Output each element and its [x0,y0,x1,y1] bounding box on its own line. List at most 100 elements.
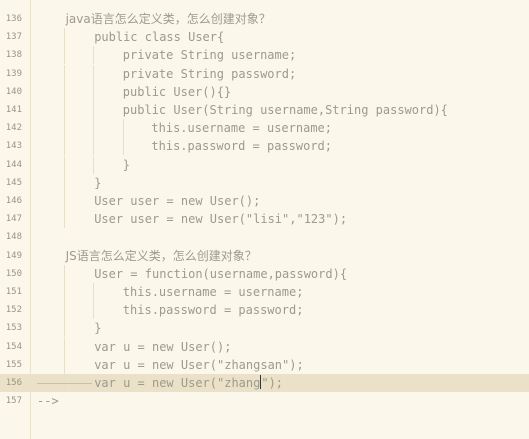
indent-guide [64,210,66,229]
indent-guide [93,119,95,138]
indent-guide [93,101,95,119]
line-number: 146 [5,196,22,206]
code-text-content: public User(String username,String passw… [122,103,448,117]
code-text[interactable]: var u = new User("zhang"); [94,374,283,392]
code-line[interactable]: 142 this.username = username; [0,119,529,138]
indent-guide [64,82,66,101]
code-text[interactable]: private String username; [123,46,296,64]
code-line[interactable]: 145} [0,173,529,192]
code-text[interactable]: var u = new User(); [94,338,231,356]
code-text-content: var u = new User("zhang [94,376,261,390]
code-line-current[interactable]: 156 var u = new User("zhang"); [0,374,529,392]
indent-guide [93,283,95,301]
line-number: 149 [5,250,22,261]
line-number: 150 [5,268,22,279]
code-text-content: this.username = username; [151,121,333,136]
indent-guide [64,301,66,320]
indent-guide [122,119,124,138]
indent-guide [93,64,95,83]
code-line[interactable]: 152 this.password = password; [0,301,529,320]
code-text-content: var u = new User("zhangsan"); [94,357,304,372]
line-number: 155 [5,359,22,370]
line-number: 151 [5,287,22,297]
code-text[interactable]: } [123,156,130,174]
code-line[interactable]: 139 private String password; [0,64,529,83]
indent-guide [64,46,66,65]
indent-guide [64,173,66,192]
code-text[interactable]: } [94,174,101,192]
line-number: 142 [5,123,22,134]
code-text-content: this.password = password; [151,139,333,154]
indent-guide [64,337,66,356]
code-text[interactable]: User user = new User(); [94,192,260,210]
line-number: 138 [5,50,22,61]
indent-guide [93,155,95,174]
code-line[interactable]: 149 JS语言怎么定义类，怎么创建对象？ [0,247,529,265]
code-text-content: this.username = username; [122,285,304,299]
line-number: 145 [5,177,22,188]
code-line[interactable]: 153} [0,319,529,338]
code-text[interactable]: User user = new User("lisi","123"); [94,210,347,228]
code-text-content: User = function(username,password){ [94,266,348,281]
line-number: 148 [5,232,22,243]
indent-guide [93,82,95,101]
indent-guide [64,28,66,47]
code-text[interactable]: public User(String username,String passw… [123,101,448,119]
code-text-content: public User(){} [122,84,232,99]
code-text[interactable]: java语言怎么定义类，怎么创建对象？ [66,10,271,28]
code-text-content: --> [37,394,59,409]
code-text[interactable]: public User(){} [123,83,231,101]
code-line[interactable]: 155 var u = new User("zhangsan"); [0,355,529,374]
code-line[interactable]: 141 public User(String username,String pa… [0,101,529,119]
indent-guide [93,46,95,65]
code-line[interactable]: 150 User = function(username,password){ [0,264,529,283]
code-line[interactable]: 136 java语言怎么定义类，怎么创建对象？ [0,10,529,28]
line-number: 152 [5,305,22,316]
indent-guide [64,64,66,83]
code-text-content: JS语言怎么定义类，怎么创建对象？ [65,248,257,263]
code-line[interactable]: 151 this.username = username; [0,283,529,301]
code-line[interactable]: 148 [0,228,529,246]
code-text[interactable]: } [94,319,101,337]
indent-guide [64,155,66,174]
code-text[interactable]: private String password; [123,65,296,83]
code-text-content: } [122,157,131,172]
indent-guide [64,137,66,156]
line-number: 141 [5,105,22,115]
indent-guide [64,101,66,119]
code-text-content: java语言怎么定义类，怎么创建对象？ [65,12,271,26]
code-text-content: } [94,321,102,336]
code-text[interactable]: --> [37,392,59,410]
code-text-content: this.password = password; [122,303,304,318]
code-text[interactable]: public class User{ [94,28,224,46]
code-line[interactable]: 154 var u = new User(); [0,337,529,356]
line-number: 144 [5,159,22,170]
line-number: 139 [5,68,22,79]
code-text-content: User user = new User(); [94,194,261,208]
whitespace-marker [37,383,92,384]
code-text[interactable]: this.password = password; [151,137,332,155]
code-text[interactable]: this.username = username; [151,119,332,137]
code-line[interactable]: 157 --> [0,392,529,410]
code-text[interactable]: User = function(username,password){ [94,265,347,283]
line-number: 143 [5,141,22,152]
line-number: 153 [5,323,22,334]
code-line[interactable]: 140 public User(){} [0,82,529,101]
code-text[interactable]: this.password = password; [123,301,304,319]
code-text[interactable]: this.username = username; [123,283,304,301]
code-editor[interactable]: 136 java语言怎么定义类，怎么创建对象？ 137 public class Us… [0,0,529,439]
code-line[interactable]: 144} [0,155,529,174]
line-number: 136 [5,14,22,24]
code-line[interactable]: 147 User user = new User("lisi","123"); [0,210,529,229]
code-line[interactable]: 137 public class User{ [0,28,529,47]
code-line[interactable]: 143 this.password = password; [0,137,529,156]
code-text[interactable]: var u = new User("zhangsan"); [94,356,304,374]
line-number: 140 [5,86,22,97]
code-text-content: public class User{ [94,30,225,45]
code-line[interactable]: 138 private String username; [0,46,529,65]
indent-guide [93,301,95,320]
code-text[interactable]: JS语言怎么定义类，怎么创建对象？ [66,247,257,265]
line-number: 147 [5,214,22,225]
code-line[interactable]: 146 User user = new User(); [0,192,529,210]
code-text-content: private String username; [122,48,297,63]
